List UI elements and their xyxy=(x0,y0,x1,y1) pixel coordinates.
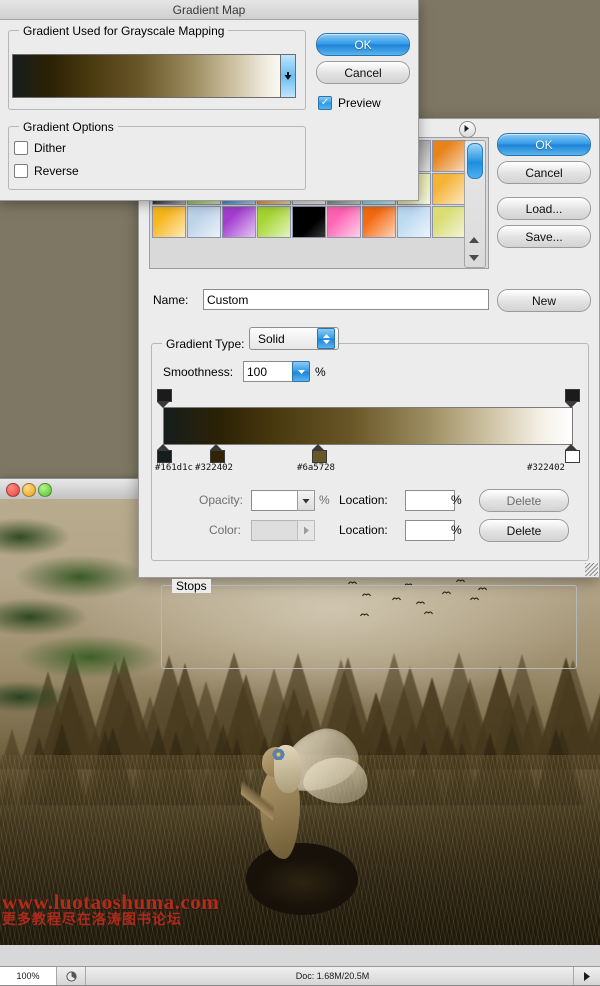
grayscale-mapping-title: Gradient Used for Grayscale Mapping xyxy=(19,24,229,38)
gradient-preset-swatch[interactable] xyxy=(432,140,466,172)
zoom-icon[interactable] xyxy=(38,483,52,497)
reverse-checkbox-row[interactable]: Reverse xyxy=(14,164,79,178)
bird-icon xyxy=(456,577,465,585)
document-size-info: Doc: 1.68M/20.5M xyxy=(295,971,370,981)
opacity-stop-marker[interactable] xyxy=(156,389,172,408)
color-stop-marker[interactable] xyxy=(156,444,172,463)
gradient-preset-swatch[interactable] xyxy=(432,173,466,205)
gradient-preset-swatch[interactable] xyxy=(222,206,256,238)
presets-scrollbar[interactable] xyxy=(464,140,486,268)
opacity-stop-marker[interactable] xyxy=(564,389,580,408)
fairy-arm xyxy=(238,775,276,835)
color-label: Color: xyxy=(209,523,242,537)
gradient-map-gradient-dropdown[interactable] xyxy=(280,54,296,98)
scroll-up-arrow-icon[interactable] xyxy=(469,237,479,243)
smoothness-dropdown-arrow[interactable] xyxy=(292,361,310,382)
close-icon[interactable] xyxy=(6,483,20,497)
watermark: www.luotaoshuma.com 更多教程尽在洛涛图书论坛 xyxy=(2,892,242,927)
color-stop-hex-label: #322402 xyxy=(195,463,233,473)
gradient-preset-swatch[interactable] xyxy=(397,206,431,238)
gradient-map-title: Gradient Map xyxy=(172,2,246,17)
color-stop-hex-label: #6a5728 xyxy=(297,463,335,473)
dither-checkbox-row[interactable]: Dither xyxy=(14,141,66,155)
earth-mound xyxy=(246,843,358,915)
gradient-preset-swatch[interactable] xyxy=(292,206,326,238)
location-opacity-input[interactable] xyxy=(405,490,455,511)
color-stop-hex-label: #322402 xyxy=(527,463,565,473)
dither-checkbox[interactable] xyxy=(14,141,28,155)
gradient-preset-swatch[interactable] xyxy=(187,206,221,238)
color-stop-marker[interactable] xyxy=(311,444,327,463)
reverse-label: Reverse xyxy=(34,164,79,178)
gradient-editor-load-button[interactable]: Load... xyxy=(497,197,591,220)
gradient-editor-cancel-button[interactable]: Cancel xyxy=(497,161,591,184)
gradient-options-title: Gradient Options xyxy=(19,120,118,134)
location-color-percent-label: % xyxy=(451,523,462,537)
gradient-map-dialog: Gradient Map Gradient Used for Grayscale… xyxy=(0,0,419,201)
watermark-subtitle: 更多教程尽在洛涛图书论坛 xyxy=(2,911,182,927)
location-color-label: Location: xyxy=(339,523,388,537)
gradient-edit-strip[interactable] xyxy=(163,407,573,445)
gradient-map-cancel-button[interactable]: Cancel xyxy=(316,61,410,84)
stops-group-title: Stops xyxy=(172,579,211,593)
gradient-preset-swatch[interactable] xyxy=(257,206,291,238)
minimize-icon[interactable] xyxy=(22,483,36,497)
preview-checkbox[interactable]: ✓ xyxy=(318,96,332,110)
gradient-preset-swatch[interactable] xyxy=(327,206,361,238)
hair-flower-icon xyxy=(272,749,285,760)
presets-scroll-thumb[interactable] xyxy=(467,143,483,179)
resize-grip[interactable] xyxy=(585,563,598,576)
color-picker-arrow-icon[interactable] xyxy=(297,520,315,541)
scroll-down-arrow-icon[interactable] xyxy=(469,255,479,261)
dither-label: Dither xyxy=(34,141,67,155)
gradient-options-group: Gradient Options xyxy=(8,120,306,190)
color-stop-marker[interactable] xyxy=(564,444,580,463)
preview-label: Preview xyxy=(338,96,381,110)
delete-color-stop-button[interactable]: Delete xyxy=(479,519,569,542)
gradient-name-input[interactable]: Custom xyxy=(203,289,489,310)
gradient-map-gradient-preview[interactable] xyxy=(12,54,292,98)
location-opacity-label: Location: xyxy=(339,493,388,507)
document-statusbar: 100% Doc: 1.68M/20.5M xyxy=(0,966,600,985)
gradient-preset-swatch[interactable] xyxy=(152,206,186,238)
gradient-type-label: Gradient Type: xyxy=(162,337,249,351)
color-swatch-field[interactable] xyxy=(251,520,299,541)
reverse-checkbox[interactable] xyxy=(14,164,28,178)
smoothness-input[interactable]: 100 xyxy=(243,361,299,382)
color-stop-hex-label: #161d1c xyxy=(155,463,193,473)
preview-thumbnail-icon[interactable] xyxy=(57,967,86,985)
smoothness-label: Smoothness: xyxy=(163,365,234,379)
gradient-type-value: Solid xyxy=(258,331,285,346)
fairy-figure xyxy=(236,721,372,915)
delete-opacity-stop-button[interactable]: Delete xyxy=(479,489,569,512)
opacity-percent-label: % xyxy=(319,493,330,507)
gradient-map-titlebar[interactable]: Gradient Map xyxy=(0,0,418,20)
zoom-level-field[interactable]: 100% xyxy=(0,967,57,985)
watermark-url: www.luotaoshuma.com xyxy=(2,890,220,914)
presets-menu-icon[interactable] xyxy=(459,121,476,138)
gradient-editor-ok-button[interactable]: OK xyxy=(497,133,591,156)
status-menu-arrow-icon[interactable] xyxy=(573,967,600,985)
opacity-dropdown-arrow[interactable] xyxy=(297,490,315,511)
gradient-preset-swatch[interactable] xyxy=(432,206,466,238)
color-stop-marker[interactable] xyxy=(209,444,225,463)
opacity-label: Opacity: xyxy=(199,493,244,507)
gradient-type-stepper[interactable] xyxy=(317,328,335,349)
gradient-map-ok-button[interactable]: OK xyxy=(316,33,410,56)
preview-checkbox-row[interactable]: ✓ Preview xyxy=(318,96,381,110)
smoothness-percent-label: % xyxy=(315,365,326,379)
gradient-editor-new-button[interactable]: New xyxy=(497,289,591,312)
stops-group: Stops xyxy=(161,579,577,669)
gradient-editor-save-button[interactable]: Save... xyxy=(497,225,591,248)
name-label: Name: xyxy=(153,293,189,307)
gradient-preset-swatch[interactable] xyxy=(362,206,396,238)
location-color-input[interactable] xyxy=(405,520,455,541)
location-opacity-percent-label: % xyxy=(451,493,462,507)
